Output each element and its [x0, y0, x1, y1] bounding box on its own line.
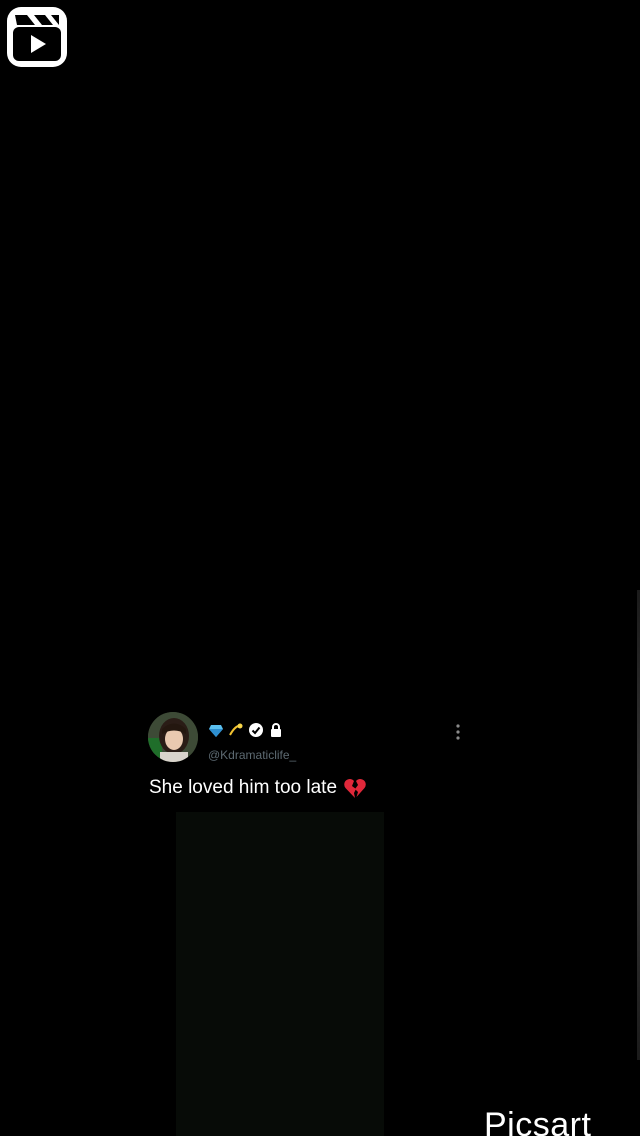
gem-icon [209, 725, 223, 737]
tweet-text-row: She loved him too late [149, 777, 367, 799]
watermark: Picsart [484, 1106, 592, 1136]
reel-screen: @Kdramaticlife_ She loved him too late P… [0, 0, 640, 1136]
reels-icon[interactable] [7, 7, 67, 67]
media-panel[interactable] [176, 812, 384, 1136]
avatar[interactable] [148, 712, 198, 762]
avatar-image [148, 712, 198, 762]
broken-heart-icon [344, 778, 366, 798]
tweet-text: She loved him too late [149, 777, 338, 798]
lock-icon [271, 723, 281, 737]
user-handle[interactable]: @Kdramaticlife_ [208, 748, 296, 762]
verified-icon [249, 723, 263, 737]
badge-row [208, 721, 284, 739]
dizzy-icon [229, 723, 243, 736]
more-options-icon[interactable] [456, 724, 460, 740]
tweet-card: @Kdramaticlife_ She loved him too late [148, 712, 478, 812]
